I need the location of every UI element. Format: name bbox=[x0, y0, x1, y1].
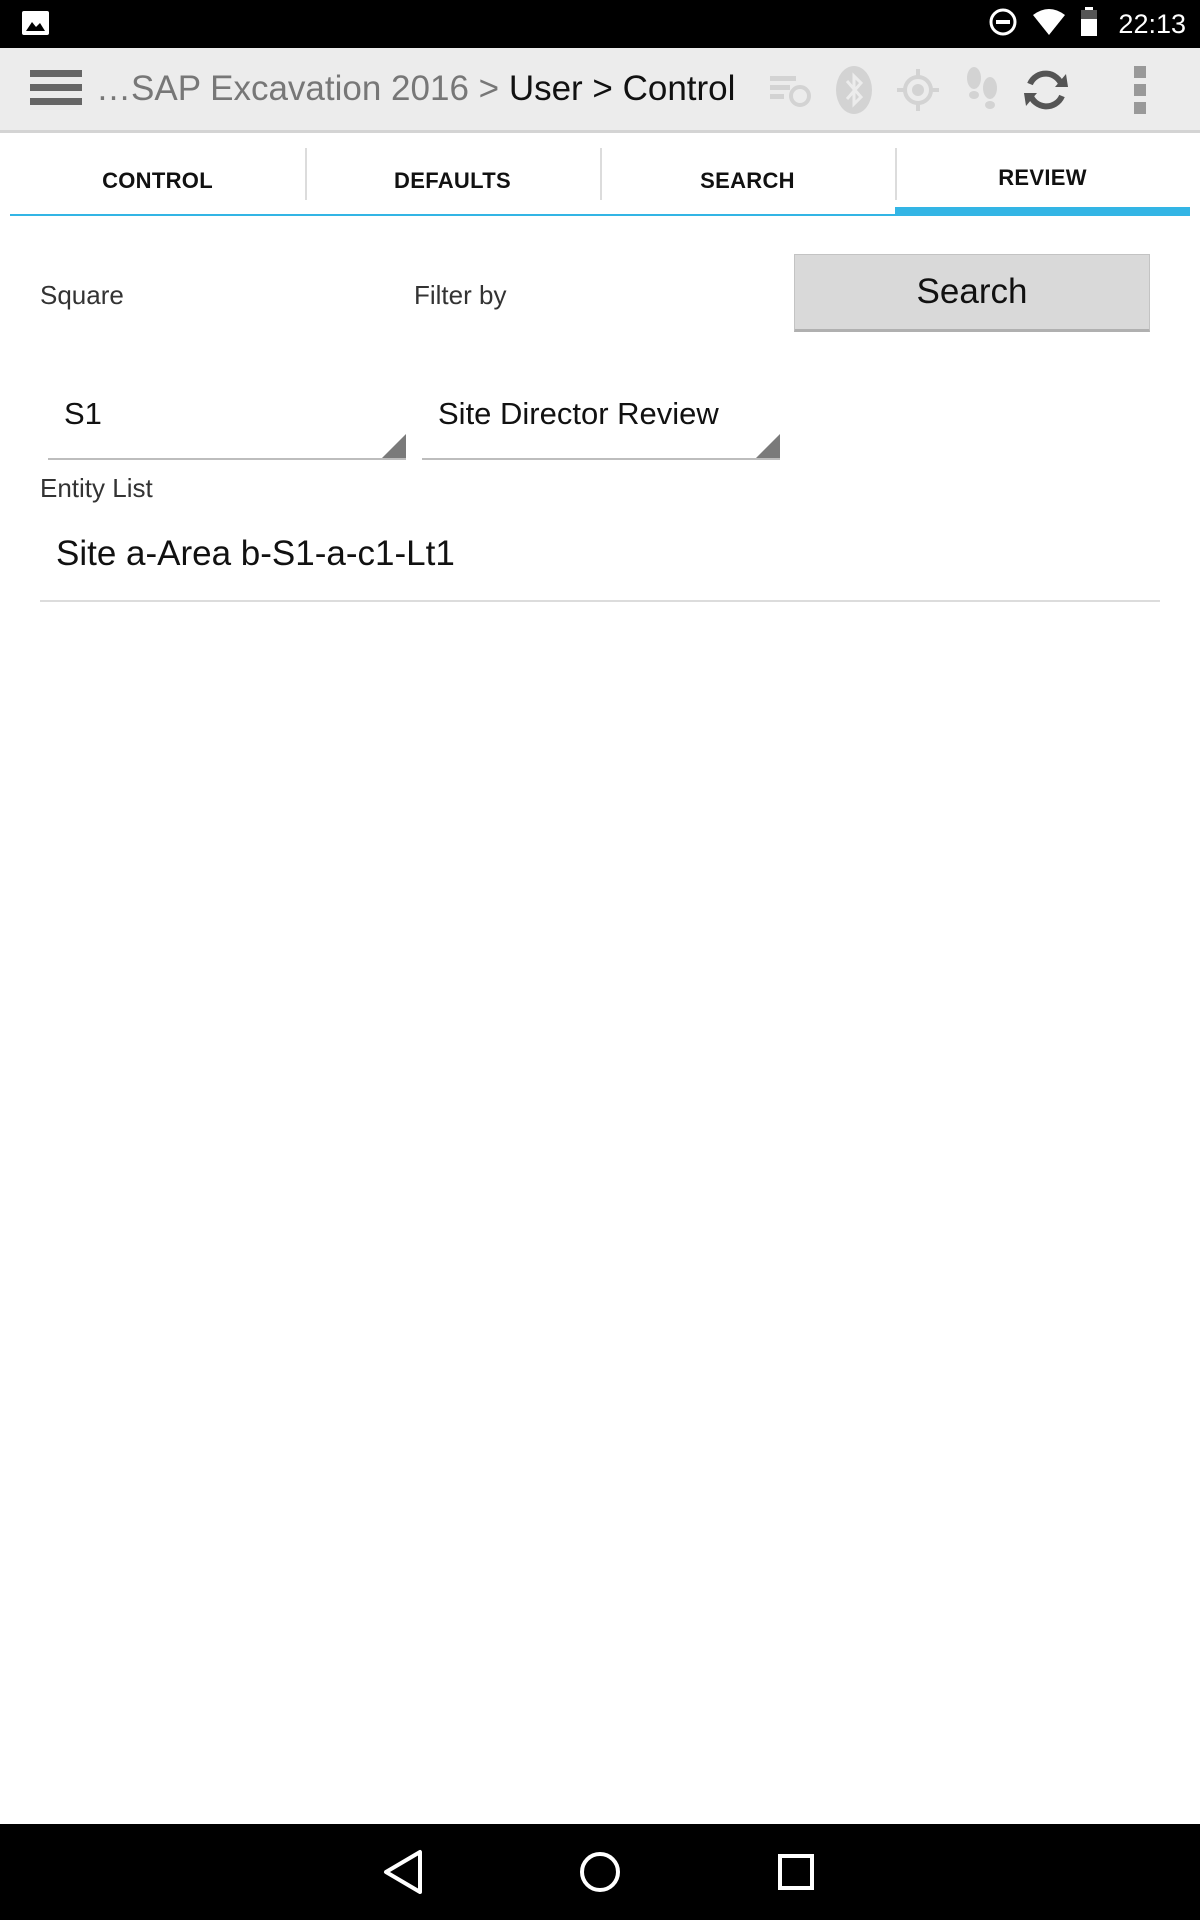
filter-spinner[interactable]: Site Director Review bbox=[422, 382, 780, 460]
wifi-icon bbox=[1032, 8, 1066, 41]
menu-icon[interactable] bbox=[30, 70, 82, 110]
dropdown-arrow-icon bbox=[382, 434, 406, 458]
square-spinner-value: S1 bbox=[64, 396, 102, 431]
battery-icon bbox=[1080, 6, 1098, 42]
square-label: Square bbox=[40, 280, 124, 310]
overflow-icon[interactable] bbox=[1108, 60, 1172, 120]
navigation-bar bbox=[0, 1824, 1200, 1920]
filter-spinner-value: Site Director Review bbox=[438, 396, 719, 431]
footsteps-icon[interactable] bbox=[950, 60, 1014, 120]
dropdown-arrow-icon bbox=[756, 434, 780, 458]
recents-icon[interactable] bbox=[770, 1846, 822, 1898]
back-icon[interactable] bbox=[378, 1846, 430, 1898]
tab-review[interactable]: REVIEW bbox=[895, 148, 1190, 216]
home-icon[interactable] bbox=[574, 1846, 626, 1898]
entity-list-label: Entity List bbox=[40, 473, 153, 503]
refresh-icon[interactable] bbox=[1014, 60, 1078, 120]
breadcrumb-current: User > Control bbox=[508, 69, 736, 108]
image-notification-icon bbox=[22, 11, 49, 35]
status-bar: 22:13 bbox=[0, 0, 1200, 48]
action-bar: …SAP Excavation 2016 > User > Control bbox=[0, 48, 1200, 133]
tab-control[interactable]: CONTROL bbox=[10, 148, 305, 216]
tab-search[interactable]: SEARCH bbox=[600, 148, 895, 216]
tab-defaults[interactable]: DEFAULTS bbox=[305, 148, 600, 216]
breadcrumb-title: …SAP Excavation 2016 > User > Control bbox=[96, 68, 735, 110]
gps-icon[interactable] bbox=[886, 60, 950, 120]
list-item-label: Site a-Area b-S1-a-c1-Lt1 bbox=[56, 534, 455, 573]
clock: 22:13 bbox=[1118, 8, 1186, 39]
search-button[interactable]: Search bbox=[794, 254, 1150, 332]
tab-bar: CONTROL DEFAULTS SEARCH REVIEW bbox=[10, 148, 1190, 216]
sync-queue-icon[interactable] bbox=[758, 60, 822, 120]
list-item[interactable]: Site a-Area b-S1-a-c1-Lt1 bbox=[40, 520, 1160, 602]
do-not-disturb-icon bbox=[988, 7, 1018, 42]
bluetooth-icon[interactable] bbox=[822, 60, 886, 120]
filter-by-label: Filter by bbox=[414, 280, 507, 310]
square-spinner[interactable]: S1 bbox=[48, 382, 406, 460]
breadcrumb-prefix: …SAP Excavation 2016 > bbox=[96, 69, 509, 108]
